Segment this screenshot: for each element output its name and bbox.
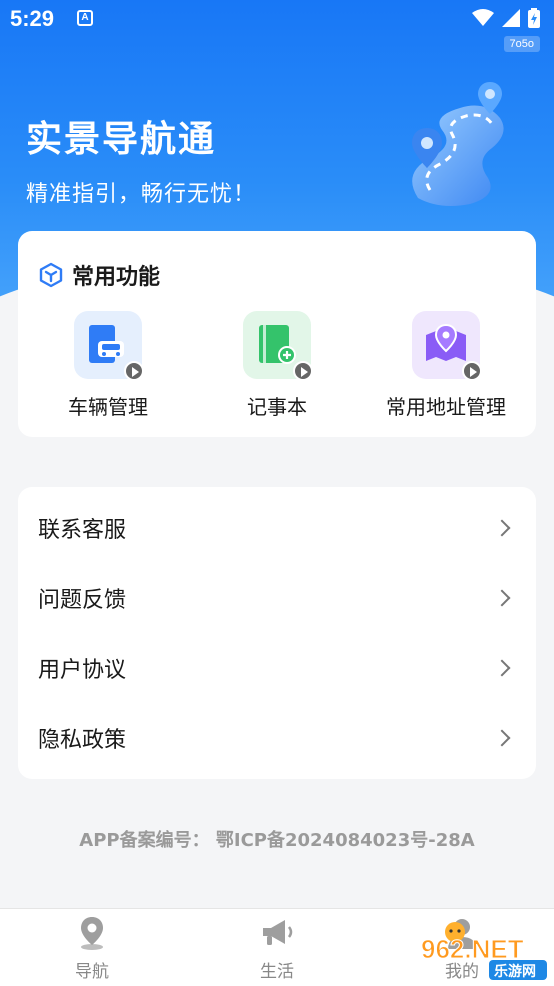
play-icon	[124, 361, 144, 381]
menu-item-feedback[interactable]: 问题反馈	[18, 563, 536, 633]
settings-menu-card: 联系客服 问题反馈 用户协议 隐私政策	[18, 487, 536, 779]
functions-title: 常用功能	[72, 265, 161, 290]
function-address-management[interactable]: 常用地址管理	[356, 311, 536, 420]
play-icon	[462, 361, 482, 381]
tab-label: 生活	[260, 962, 294, 982]
wifi-icon	[472, 9, 494, 26]
notebook-icon	[243, 311, 313, 381]
tab-life[interactable]: 生活	[207, 915, 347, 982]
megaphone-icon	[263, 920, 293, 945]
menu-item-user-agreement[interactable]: 用户协议	[18, 633, 536, 703]
menu-item-label: 问题反馈	[38, 588, 127, 613]
menu-item-label: 用户协议	[38, 658, 127, 683]
menu-item-contact-service[interactable]: 联系客服	[18, 493, 536, 563]
menu-item-label: 隐私政策	[38, 728, 127, 753]
app-slogan: 精准指引，畅行无忧！	[26, 182, 257, 207]
battery-icon	[528, 8, 540, 28]
function-label: 车辆管理	[68, 395, 148, 419]
map-road-pin-icon	[412, 82, 504, 206]
menu-item-privacy-policy[interactable]: 隐私政策	[18, 703, 536, 773]
function-label: 常用地址管理	[386, 395, 506, 419]
status-bar: 5:29 A	[0, 0, 554, 40]
cube-icon	[39, 262, 63, 288]
status-time: 5:29	[10, 6, 55, 31]
chevron-right-icon	[493, 519, 511, 537]
app-title: 实景导航通	[26, 119, 217, 160]
function-label: 记事本	[247, 395, 307, 419]
play-icon	[293, 361, 313, 381]
chevron-right-icon	[493, 659, 511, 677]
functions-header: 常用功能	[38, 259, 160, 291]
app-tag: 7o5o	[503, 36, 540, 52]
signal-icon	[502, 9, 520, 27]
menu-item-label: 联系客服	[38, 518, 127, 543]
functions-card: 常用功能 车辆管理 记事本 常用地址管理	[18, 231, 536, 437]
icp-record-text: APP备案编号： 鄂ICP备2024084023号-28A	[79, 830, 475, 851]
tab-navigation[interactable]: 导航	[22, 915, 162, 982]
chevron-right-icon	[493, 589, 511, 607]
tab-label: 导航	[75, 962, 109, 982]
function-vehicle-management[interactable]: 车辆管理	[18, 311, 198, 420]
location-pin-icon	[81, 917, 103, 950]
watermark-logo: 962.NET 乐游网	[421, 922, 547, 980]
map-pin-icon	[412, 311, 482, 381]
system-icons	[472, 8, 540, 28]
chevron-right-icon	[493, 729, 511, 747]
function-notebook[interactable]: 记事本	[187, 311, 367, 420]
watermark-sub: 乐游网	[494, 963, 536, 980]
notification-icon: A	[77, 10, 93, 26]
watermark-brand: 962.NET	[421, 934, 524, 964]
vehicle-icon	[74, 311, 144, 381]
